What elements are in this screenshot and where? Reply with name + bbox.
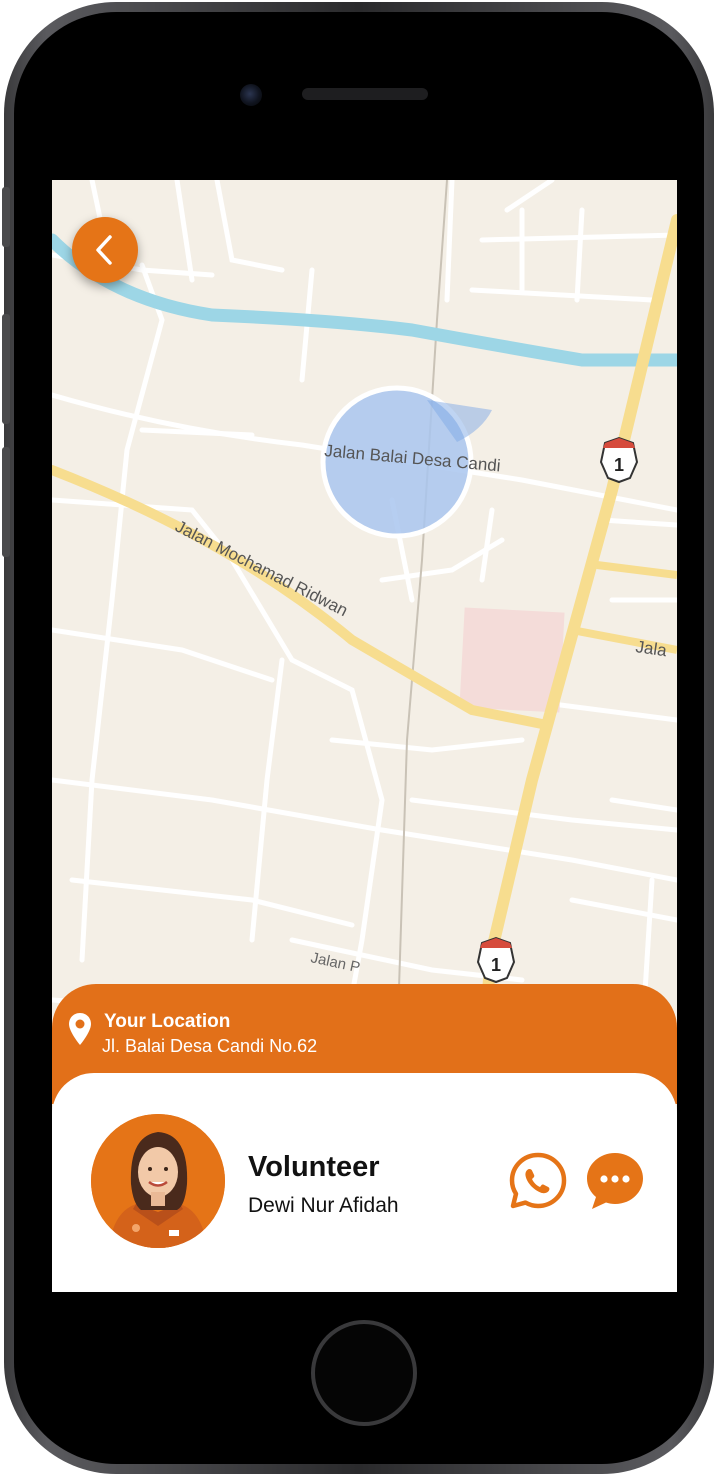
volunteer-card: Volunteer Dewi Nur Afidah xyxy=(52,1073,677,1292)
volunteer-avatar xyxy=(91,1114,225,1248)
location-address: Jl. Balai Desa Candi No.62 xyxy=(102,1036,318,1056)
chat-bubble-icon xyxy=(587,1153,643,1209)
front-camera xyxy=(240,84,262,106)
volume-down-button xyxy=(2,447,10,557)
volunteer-role: Volunteer xyxy=(248,1151,380,1183)
whatsapp-button[interactable] xyxy=(507,1150,569,1212)
volume-up-button xyxy=(2,314,10,424)
map-view[interactable]: 1 1 Jalan Balai Desa Candi Jalan Mochama… xyxy=(52,180,677,1050)
chat-button[interactable] xyxy=(584,1150,646,1212)
app-screen: 1 1 Jalan Balai Desa Candi Jalan Mochama… xyxy=(52,180,677,1292)
map-pin-icon xyxy=(69,1013,91,1045)
route-shield-number: 1 xyxy=(491,955,501,975)
chevron-left-icon xyxy=(96,235,112,265)
whatsapp-icon xyxy=(509,1152,567,1209)
route-shield-lower: 1 xyxy=(476,936,516,984)
route-shield-upper: 1 xyxy=(599,436,639,484)
earpiece-speaker xyxy=(302,88,428,100)
location-title: Your Location xyxy=(104,1011,231,1032)
home-button[interactable] xyxy=(311,1320,417,1426)
back-button[interactable] xyxy=(72,217,138,283)
volunteer-name: Dewi Nur Afidah xyxy=(248,1194,399,1217)
mute-switch xyxy=(2,187,10,247)
route-shield-number: 1 xyxy=(614,455,624,475)
